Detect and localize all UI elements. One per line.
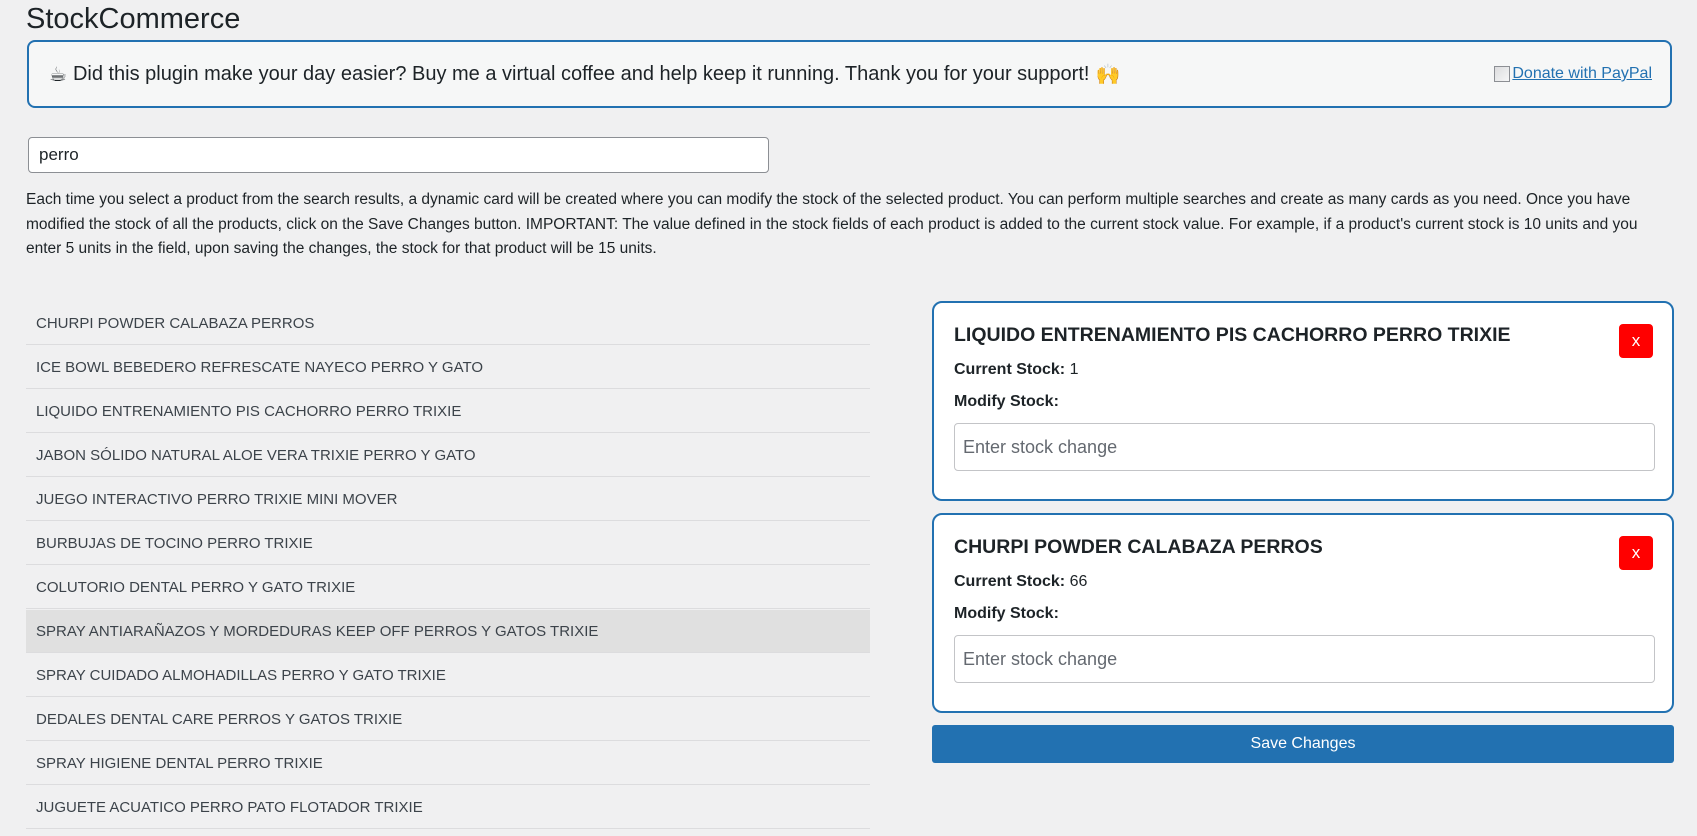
search-result-item[interactable]: JABON SÓLIDO NATURAL ALOE VERA TRIXIE PE… [26,434,870,477]
product-stock-card: LIQUIDO ENTRENAMIENTO PIS CACHORRO PERRO… [932,301,1674,501]
search-result-item[interactable]: JUEGO INTERACTIVO PERRO TRIXIE MINI MOVE… [26,478,870,521]
donate-banner: ☕ Did this plugin make your day easier? … [27,40,1672,108]
paypal-link-label: Donate with PayPal [1512,65,1652,82]
card-title: CHURPI POWDER CALABAZA PERROS [954,536,1323,558]
save-changes-button[interactable]: Save Changes [932,725,1674,763]
product-search-input[interactable] [28,137,769,173]
current-stock-value: 66 [1069,573,1088,590]
search-result-item[interactable]: COLUTORIO DENTAL PERRO Y GATO TRIXIE [26,566,870,609]
search-result-item[interactable]: SPRAY CUIDADO ALMOHADILLAS PERRO Y GATO … [26,654,870,697]
broken-image-icon [1494,66,1511,82]
search-result-item[interactable]: ICE BOWL BEBEDERO REFRESCATE NAYECO PERR… [26,346,870,389]
page-title: StockCommerce [26,3,241,35]
donate-text: Did this plugin make your day easier? Bu… [72,62,1090,85]
search-result-item[interactable]: CHURPI POWDER CALABAZA PERROS [26,302,870,345]
search-result-item[interactable]: DEDALES DENTAL CARE PERROS Y GATOS TRIXI… [26,698,870,741]
modify-stock-label: Modify Stock: [954,393,1059,410]
remove-card-button[interactable]: x [1619,324,1653,358]
instructions-text: Each time you select a product from the … [26,191,1638,257]
raised-hands-icon: 🙌 [1095,63,1121,86]
search-result-item[interactable]: JUGUETE ACUATICO PERRO PATO FLOTADOR TRI… [26,786,870,829]
coffee-icon: ☕ [49,63,67,86]
stock-change-input[interactable] [954,635,1655,683]
current-stock-line: Current Stock: 1 [954,361,1654,379]
current-stock-line: Current Stock: 66 [954,573,1654,591]
donate-message: ☕ Did this plugin make your day easier? … [49,62,1120,87]
search-result-item[interactable]: BURBUJAS DE TOCINO PERRO TRIXIE [26,522,870,565]
stock-cards-column: LIQUIDO ENTRENAMIENTO PIS CACHORRO PERRO… [932,301,1674,763]
search-results-list: CHURPI POWDER CALABAZA PERROS ICE BOWL B… [26,302,870,830]
current-stock-label: Current Stock: [954,361,1066,378]
modify-stock-label: Modify Stock: [954,605,1059,622]
paypal-donate-link[interactable]: Donate with PayPal [1494,65,1652,83]
search-result-item[interactable]: SPRAY ANTIARAÑAZOS Y MORDEDURAS KEEP OFF… [26,610,870,653]
stock-change-input[interactable] [954,423,1655,471]
current-stock-value: 1 [1069,361,1079,378]
search-result-item[interactable]: SPRAY HIGIENE DENTAL PERRO TRIXIE [26,742,870,785]
card-title: LIQUIDO ENTRENAMIENTO PIS CACHORRO PERRO… [954,324,1511,346]
product-stock-card: CHURPI POWDER CALABAZA PERROS x Current … [932,513,1674,713]
search-result-item[interactable]: LIQUIDO ENTRENAMIENTO PIS CACHORRO PERRO… [26,390,870,433]
remove-card-button[interactable]: x [1619,536,1653,570]
current-stock-label: Current Stock: [954,573,1066,590]
